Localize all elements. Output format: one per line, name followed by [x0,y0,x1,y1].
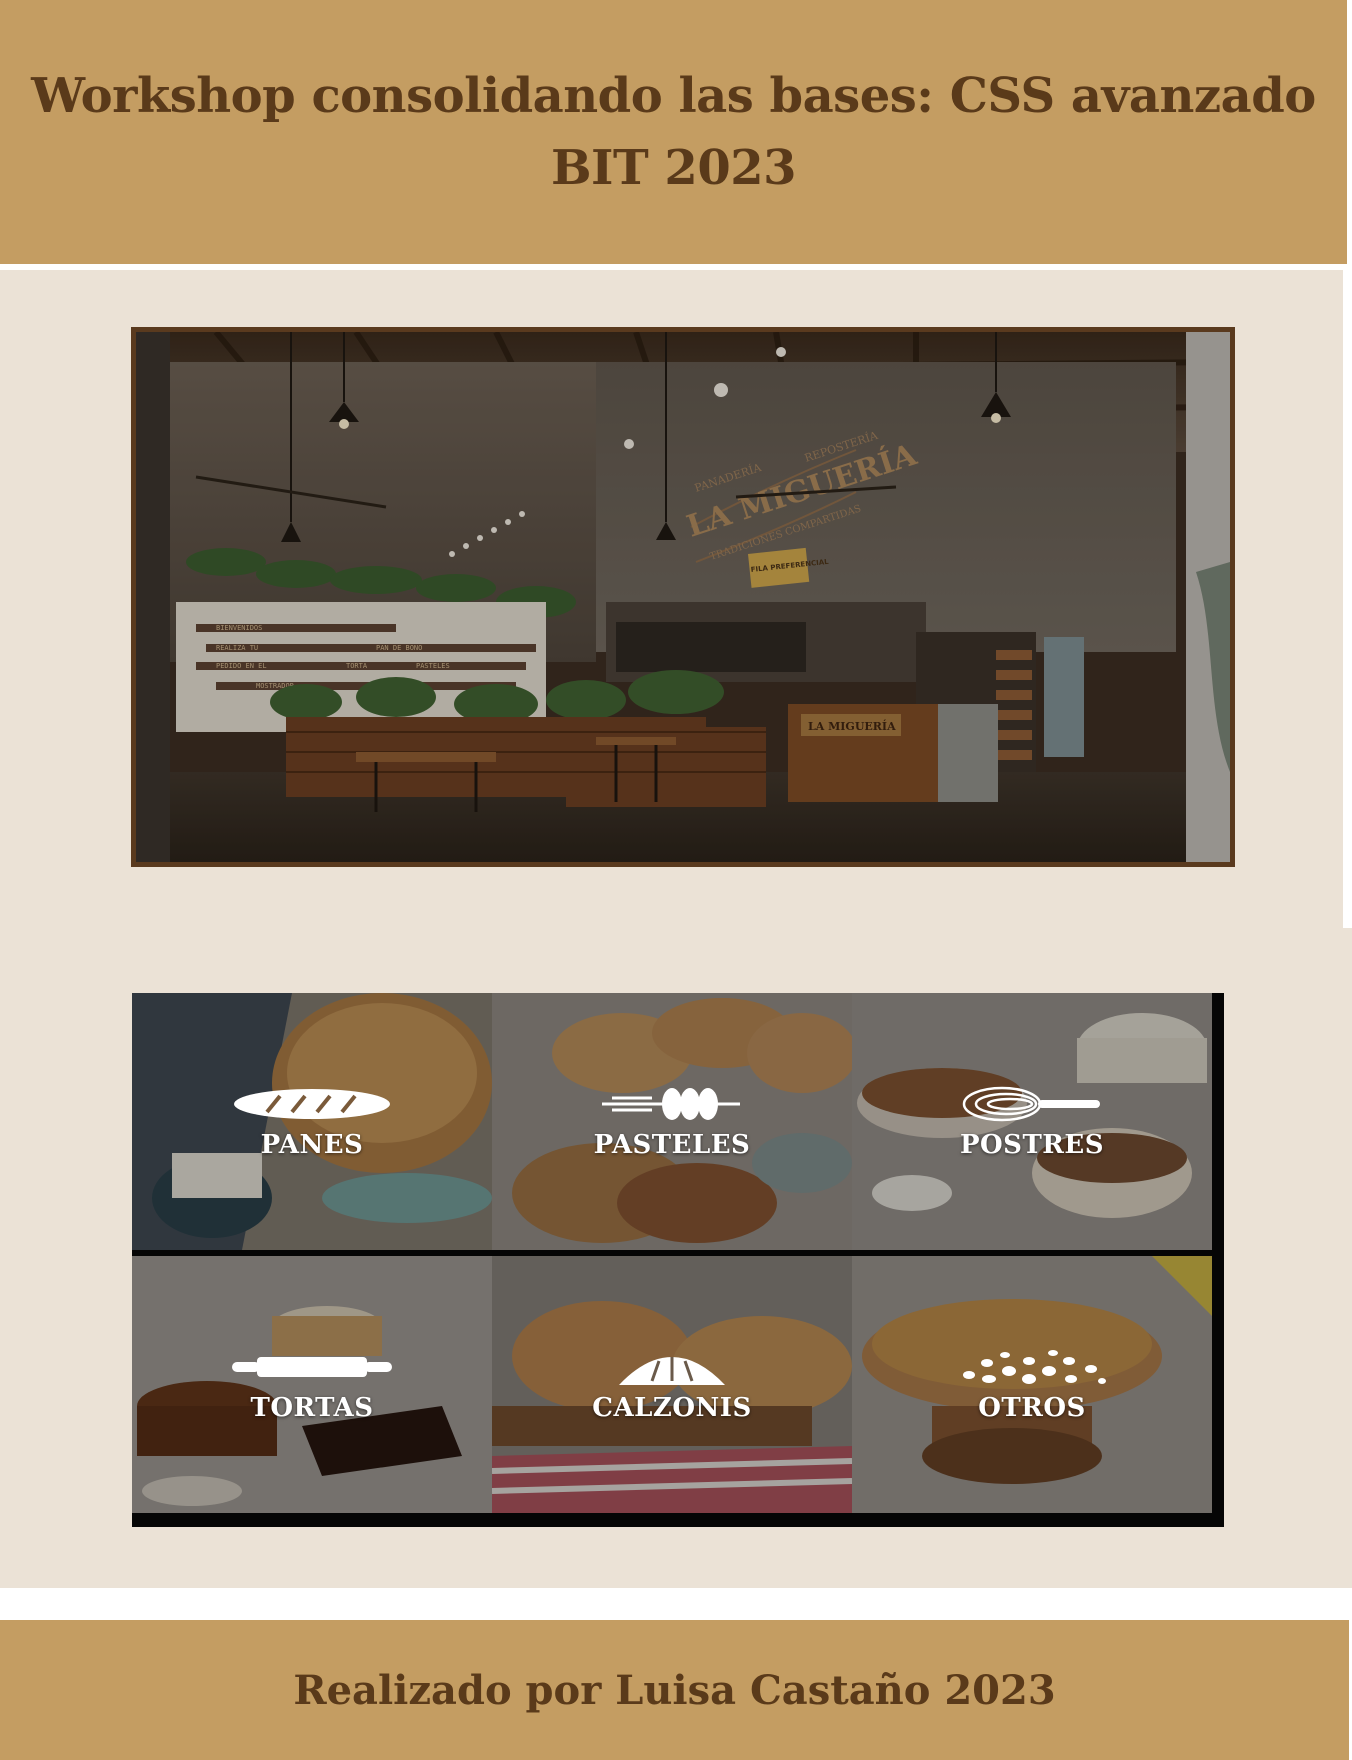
category-label-tortas: TORTAS [250,1392,374,1423]
category-label-pasteles: PASTELES [593,1129,751,1160]
grains-icon [963,1349,1106,1384]
category-tile-panes[interactable]: PANES [132,993,492,1250]
category-tile-tortas[interactable]: TORTAS [132,1256,492,1513]
footer-credit: Realizado por Luisa Castaño 2023 [293,1666,1056,1714]
category-tile-otros[interactable]: OTROS [852,1256,1212,1513]
category-tile-pasteles[interactable]: PASTELES [492,993,852,1250]
page-header: Workshop consolidando las bases: CSS ava… [0,0,1347,264]
main-content: PANADERÍA REPOSTERÍA LA MIGUERÍA TRADICI… [0,270,1352,1588]
category-label-calzonis: CALZONIS [592,1392,752,1423]
rolling-pin-icon [232,1356,392,1377]
whisk-icon [962,1086,1100,1121]
wheat-icon [602,1087,740,1120]
empanada-icon [619,1356,725,1385]
category-grid: PANES PASTELES POSTRES TORTAS CALZONIS O… [132,993,1224,1527]
page-title-line-1: Workshop consolidando las bases: CSS ava… [31,68,1316,124]
category-tile-calzonis[interactable]: CALZONIS [492,1256,852,1513]
page-title: Workshop consolidando las bases: CSS ava… [31,60,1316,204]
category-label-otros: OTROS [978,1392,1086,1423]
hero-bakery-photo: PANADERÍA REPOSTERÍA LA MIGUERÍA TRADICI… [131,327,1235,867]
bread-icon [234,1088,390,1119]
category-label-postres: POSTRES [959,1129,1105,1160]
page-title-line-2: BIT 2023 [550,140,797,196]
category-label-panes: PANES [260,1129,364,1160]
hero-illustration: PANADERÍA REPOSTERÍA LA MIGUERÍA TRADICI… [136,332,1230,862]
page-footer: Realizado por Luisa Castaño 2023 [0,1620,1349,1760]
category-tile-postres[interactable]: POSTRES [852,993,1212,1250]
main-edge [1343,928,1352,1588]
